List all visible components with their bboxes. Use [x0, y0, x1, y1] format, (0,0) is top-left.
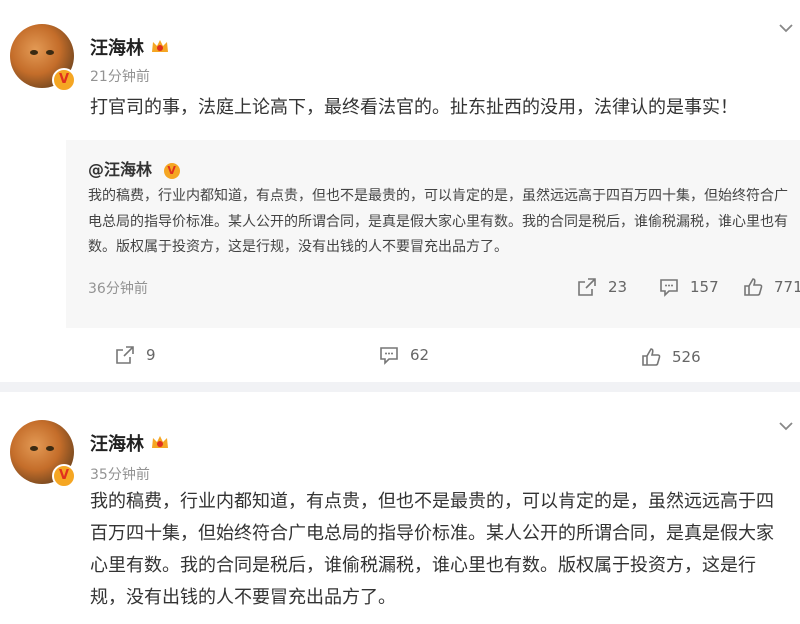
quoted-author[interactable]: @汪海林 V	[88, 156, 180, 180]
verified-icon: V	[52, 464, 76, 488]
like-icon	[642, 348, 661, 366]
post-time[interactable]: 35分钟前	[90, 464, 150, 484]
quoted-author-name: @汪海林	[88, 160, 153, 179]
chevron-down-icon[interactable]	[776, 416, 796, 436]
like-count: 771	[774, 278, 800, 296]
comment-icon	[660, 279, 678, 297]
post-time[interactable]: 21分钟前	[90, 66, 150, 86]
post-text: 我的稿费，行业内都知道，有点贵，但也不是最贵的，可以肯定的是，虽然远远高于四百万…	[90, 491, 774, 608]
like-count: 526	[672, 348, 701, 366]
share-count: 9	[146, 346, 156, 364]
quoted-text: 我的稿费，行业内都知道，有点贵，但也不是最贵的，可以肯定的是，虽然远远高于四百万…	[88, 188, 788, 255]
quoted-comment-button[interactable]: 157	[658, 276, 719, 298]
share-icon	[116, 346, 134, 364]
avatar-eye	[46, 446, 54, 451]
comment-icon	[380, 347, 398, 365]
comment-button[interactable]: 62	[378, 344, 429, 366]
author-name[interactable]: 汪海林	[90, 430, 144, 456]
post-text: 打官司的事，法庭上论高下，最终看法官的。扯东扯西的没用，法律认的是事实！	[90, 97, 738, 118]
quoted-post[interactable]: @汪海林 V 我的稿费，行业内都知道，有点贵，但也不是最贵的，可以肯定的是，虽然…	[66, 140, 800, 328]
like-button[interactable]: 526	[640, 346, 701, 368]
avatar-eye	[30, 50, 38, 55]
verified-icon: V	[163, 162, 180, 179]
quoted-share-button[interactable]: 23	[576, 276, 627, 298]
verified-icon: V	[52, 68, 76, 92]
quoted-like-button[interactable]: 771	[742, 276, 800, 298]
post-card-1: V 汪海林 21分钟前 打官司的事，法庭上论高下，最终看法官的。扯东扯西的没用，…	[0, 0, 800, 382]
comment-count: 157	[690, 278, 719, 296]
avatar-eye	[46, 50, 54, 55]
share-icon	[578, 278, 596, 296]
post-card-2: V 汪海林 35分钟前 我的稿费，行业内都知道，有点贵，但也不是最贵的，可以肯定…	[0, 392, 800, 624]
chevron-down-icon[interactable]	[776, 18, 796, 38]
comment-count: 62	[410, 346, 430, 364]
avatar-eye	[30, 446, 38, 451]
quoted-time[interactable]: 36分钟前	[88, 278, 148, 298]
crown-badge-icon	[152, 436, 168, 448]
like-icon	[744, 278, 763, 296]
share-count: 23	[608, 278, 628, 296]
crown-badge-icon	[152, 40, 168, 52]
share-button[interactable]: 9	[114, 344, 156, 366]
author-name[interactable]: 汪海林	[90, 34, 144, 60]
